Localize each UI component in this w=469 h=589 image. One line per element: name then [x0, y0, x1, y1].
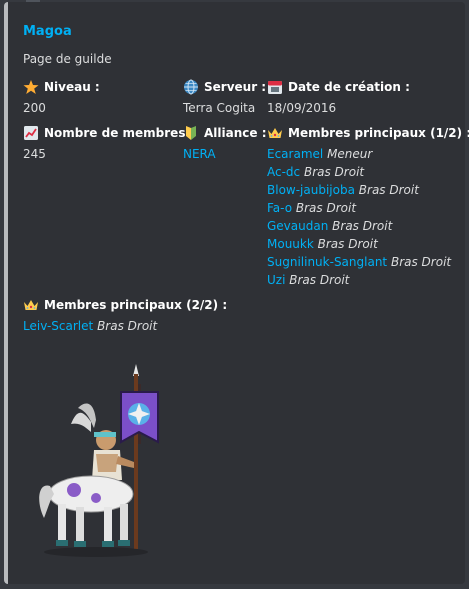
- member-role: Bras Droit: [295, 201, 357, 215]
- guild-name-link[interactable]: Magoa: [23, 24, 72, 39]
- member-role: Bras Droit: [390, 255, 452, 269]
- field-label: Alliance :: [204, 126, 267, 140]
- list-item: Fa-o Bras Droit: [267, 199, 469, 217]
- list-item: Uzi Bras Droit: [267, 271, 469, 289]
- list-item: Blow-jaubijoba Bras Droit: [267, 181, 469, 199]
- field-label: Serveur :: [204, 80, 267, 94]
- member-role: Bras Droit: [97, 319, 158, 333]
- field-niveau: Niveau : 200: [23, 79, 100, 117]
- list-item: Leiv-Scarlet Bras Droit: [23, 317, 227, 335]
- member-link[interactable]: Ac-dc: [267, 165, 300, 179]
- field-membres: Nombre de membres : 245: [23, 125, 194, 163]
- member-link[interactable]: Leiv-Scarlet: [23, 319, 93, 333]
- star-icon: [23, 80, 39, 94]
- member-role: Bras Droit: [317, 237, 378, 251]
- member-link[interactable]: Ecaramel: [267, 147, 323, 161]
- field-label: Membres principaux (2/2) :: [44, 298, 228, 312]
- field-date-creation: Date de création : 18/09/2016: [267, 79, 410, 117]
- field-label: Niveau :: [44, 80, 100, 94]
- list-item: Gevaudan Bras Droit: [267, 217, 469, 235]
- alliance-link[interactable]: NERA: [183, 145, 267, 163]
- field-label: Date de création :: [288, 80, 410, 94]
- list-item: Ac-dc Bras Droit: [267, 163, 469, 181]
- member-list: Leiv-Scarlet Bras Droit: [23, 317, 227, 335]
- member-role: Meneur: [327, 147, 373, 161]
- beginner-badge-icon: [186, 126, 196, 140]
- guild-description: Page de guilde: [23, 52, 112, 66]
- field-label: Membres principaux (1/2) :: [288, 126, 469, 140]
- list-item: Sugnilinuk-Sanglant Bras Droit: [267, 253, 469, 271]
- member-role: Bras Droit: [332, 219, 393, 233]
- list-item: Ecaramel Meneur: [267, 145, 469, 163]
- field-value: 245: [23, 147, 46, 161]
- globe-icon: [184, 79, 198, 95]
- member-link[interactable]: Sugnilinuk-Sanglant: [267, 255, 387, 269]
- list-item: Mouukk Bras Droit: [267, 235, 469, 253]
- member-link[interactable]: Fa-o: [267, 201, 292, 215]
- calendar-icon: [268, 81, 282, 94]
- member-link[interactable]: Blow-jaubijoba: [267, 183, 355, 197]
- field-membres-principaux-2: Membres principaux (2/2) : Leiv-Scarlet …: [23, 297, 227, 335]
- field-alliance: Alliance : NERA: [183, 125, 267, 163]
- field-value: 200: [23, 101, 46, 115]
- member-role: Bras Droit: [358, 183, 419, 197]
- guild-character-image: [39, 364, 159, 557]
- guild-embed: Magoa Page de guilde Niveau : 200 Serveu…: [4, 2, 469, 584]
- member-link[interactable]: Mouukk: [267, 237, 314, 251]
- member-list: Ecaramel Meneur Ac-dc Bras Droit Blow-ja…: [267, 145, 469, 289]
- member-link[interactable]: Uzi: [267, 273, 285, 287]
- chart-icon: [24, 126, 38, 140]
- field-label: Nombre de membres :: [44, 126, 195, 140]
- field-membres-principaux-1: Membres principaux (1/2) : Ecaramel Mene…: [267, 125, 469, 289]
- field-value: 18/09/2016: [267, 101, 337, 115]
- crown-icon: [268, 128, 282, 138]
- crown-icon: [24, 300, 38, 310]
- member-role: Bras Droit: [289, 273, 350, 287]
- member-link[interactable]: Gevaudan: [267, 219, 328, 233]
- member-role: Bras Droit: [303, 165, 365, 179]
- field-value: Terra Cogita: [183, 101, 256, 115]
- field-serveur: Serveur : Terra Cogita: [183, 79, 266, 117]
